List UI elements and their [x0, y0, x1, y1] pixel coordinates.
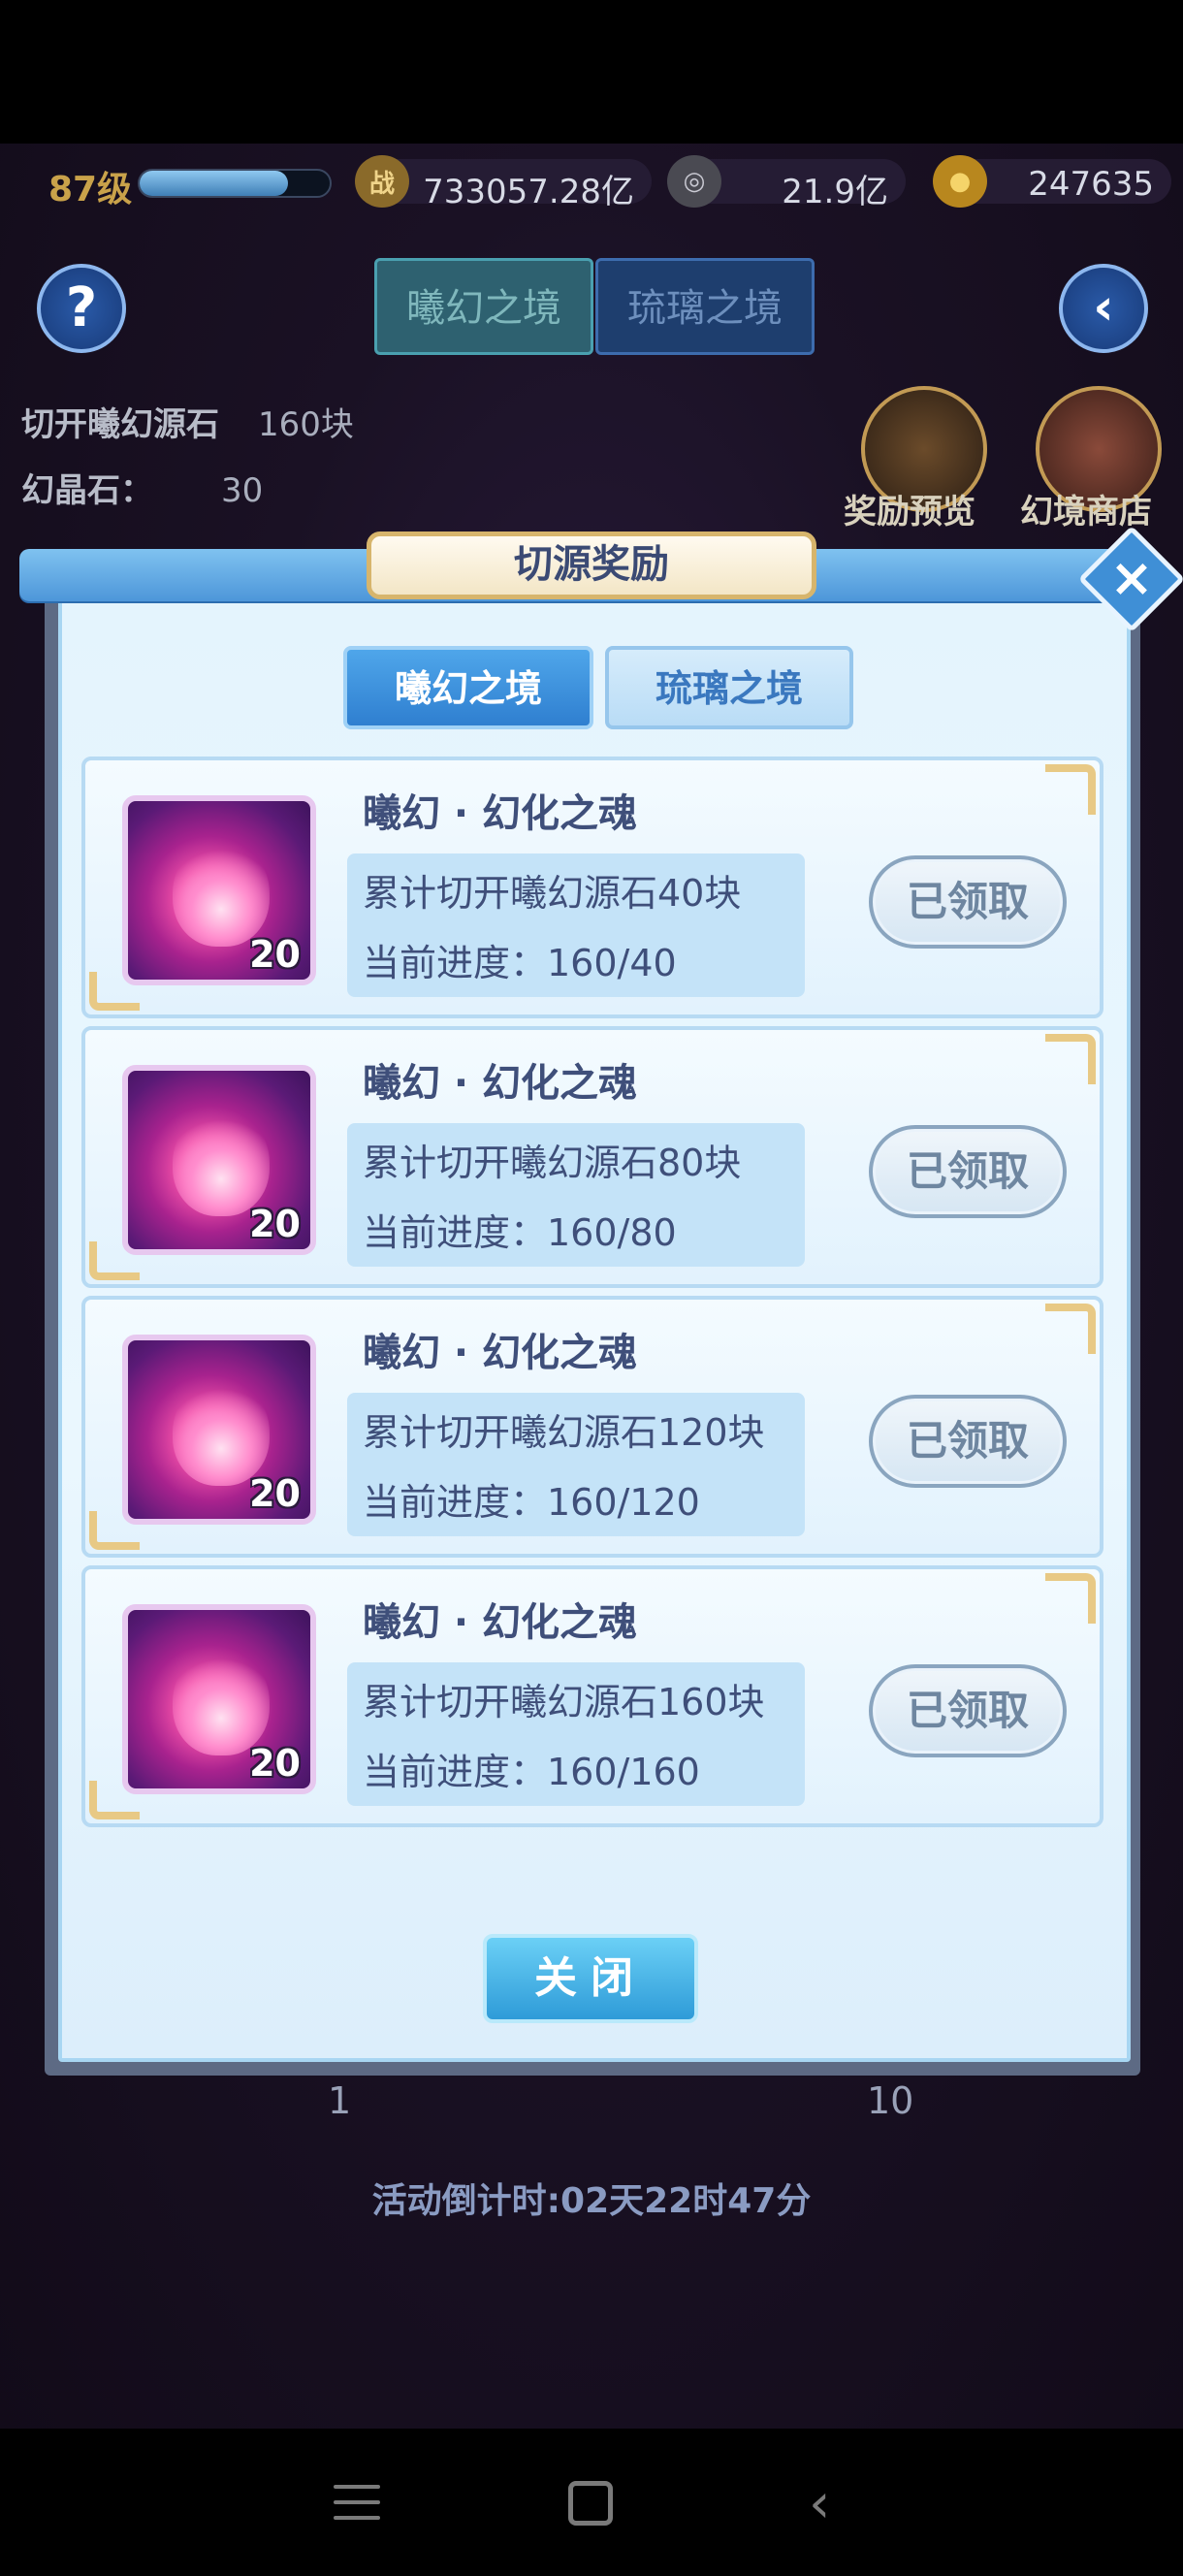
- combat-power-value: 733057.28亿: [423, 173, 634, 211]
- reward-card: 20 曦幻 · 幻化之魂 累计切开曦幻源石80块 当前进度：160/80 已领取: [81, 1026, 1103, 1288]
- dialog-title: 切源奖励: [367, 531, 816, 599]
- crystal-label: 幻晶石：: [21, 471, 153, 510]
- tab-xihuan[interactable]: 曦幻之境: [343, 646, 593, 729]
- cut-stone-value: 160块: [258, 405, 354, 444]
- reward-count-left: 1: [328, 2079, 352, 2122]
- reward-requirement: 累计切开曦幻源石40块: [363, 872, 742, 915]
- coin-counter: ◎ 21.9亿: [667, 155, 906, 211]
- claimed-button[interactable]: 已领取: [869, 1125, 1067, 1218]
- back-button[interactable]: ‹: [1059, 264, 1148, 353]
- combat-power-icon: 战: [355, 155, 409, 208]
- coin-icon: ◎: [667, 155, 721, 208]
- reward-progress: 当前进度：160/120: [363, 1481, 700, 1524]
- home-icon[interactable]: [568, 2481, 613, 2526]
- soul-item-icon[interactable]: 20: [122, 795, 316, 985]
- item-quantity: 20: [249, 1203, 301, 1245]
- reward-description: 累计切开曦幻源石40块 当前进度：160/40: [347, 853, 805, 997]
- reward-name: 曦幻 · 幻化之魂: [363, 1061, 638, 1106]
- reward-name: 曦幻 · 幻化之魂: [363, 1600, 638, 1645]
- combat-power-counter: 战 733057.28亿: [355, 155, 652, 211]
- back-icon[interactable]: ‹: [809, 2477, 830, 2531]
- close-button[interactable]: 关闭: [483, 1934, 698, 2023]
- reward-card: 20 曦幻 · 幻化之魂 累计切开曦幻源石120块 当前进度：160/120 已…: [81, 1296, 1103, 1558]
- help-button[interactable]: ?: [37, 264, 126, 353]
- reward-requirement: 累计切开曦幻源石160块: [363, 1681, 765, 1723]
- bg-tab-liuli[interactable]: 琉璃之境: [595, 258, 815, 355]
- item-quantity: 20: [249, 933, 301, 976]
- shop-label[interactable]: 幻境商店: [1020, 485, 1152, 532]
- claimed-button[interactable]: 已领取: [869, 1395, 1067, 1488]
- reward-progress: 当前进度：160/80: [363, 1211, 677, 1254]
- reward-progress: 当前进度：160/160: [363, 1751, 700, 1793]
- exp-bar: [138, 169, 332, 198]
- reward-name: 曦幻 · 幻化之魂: [363, 791, 638, 836]
- item-quantity: 20: [249, 1472, 301, 1515]
- soul-item-icon[interactable]: 20: [122, 1604, 316, 1794]
- reward-requirement: 累计切开曦幻源石80块: [363, 1142, 742, 1184]
- gold-value: 247635: [1028, 165, 1154, 204]
- reward-list: 20 曦幻 · 幻化之魂 累计切开曦幻源石40块 当前进度：160/40 已领取…: [81, 757, 1103, 1835]
- reward-progress: 当前进度：160/40: [363, 942, 677, 984]
- claimed-button[interactable]: 已领取: [869, 1664, 1067, 1757]
- menu-icon[interactable]: [334, 2485, 380, 2524]
- claimed-button[interactable]: 已领取: [869, 855, 1067, 949]
- tab-liuli[interactable]: 琉璃之境: [605, 646, 853, 729]
- reward-description: 累计切开曦幻源石160块 当前进度：160/160: [347, 1662, 805, 1806]
- reward-description: 累计切开曦幻源石120块 当前进度：160/120: [347, 1393, 805, 1536]
- reward-requirement: 累计切开曦幻源石120块: [363, 1411, 765, 1454]
- crystal-value: 30: [221, 471, 264, 510]
- player-level: 87级: [48, 170, 133, 209]
- reward-card: 20 曦幻 · 幻化之魂 累计切开曦幻源石40块 当前进度：160/40 已领取: [81, 757, 1103, 1018]
- soul-item-icon[interactable]: 20: [122, 1065, 316, 1255]
- reward-count-right: 10: [867, 2079, 914, 2122]
- cut-stone-stat: 切开曦幻源石 160块: [21, 398, 354, 445]
- activity-countdown: 活动倒计时:02天22时47分: [371, 2181, 812, 2221]
- resource-bar: 87级 战 733057.28亿 ◎ 21.9亿 ● 247635: [0, 155, 1183, 217]
- game-screen: 87级 战 733057.28亿 ◎ 21.9亿 ● 247635 ? 曦幻之境…: [0, 0, 1183, 2576]
- crystal-stat: 幻晶石： 30: [21, 464, 263, 511]
- bg-tab-xihuan[interactable]: 曦幻之境: [374, 258, 593, 355]
- reward-name: 曦幻 · 幻化之魂: [363, 1331, 638, 1375]
- status-bar-area: [0, 0, 1183, 144]
- reward-card: 20 曦幻 · 幻化之魂 累计切开曦幻源石160块 当前进度：160/160 已…: [81, 1565, 1103, 1827]
- coin-value: 21.9亿: [782, 173, 888, 211]
- cut-stone-label: 切开曦幻源石: [21, 405, 219, 444]
- reward-preview-label[interactable]: 奖励预览: [844, 485, 975, 532]
- gold-ingot-icon: ●: [933, 155, 987, 208]
- item-quantity: 20: [249, 1742, 301, 1785]
- reward-description: 累计切开曦幻源石80块 当前进度：160/80: [347, 1123, 805, 1267]
- soul-item-icon[interactable]: 20: [122, 1335, 316, 1525]
- gold-counter: ● 247635: [933, 155, 1171, 208]
- exp-bar-fill: [140, 171, 288, 196]
